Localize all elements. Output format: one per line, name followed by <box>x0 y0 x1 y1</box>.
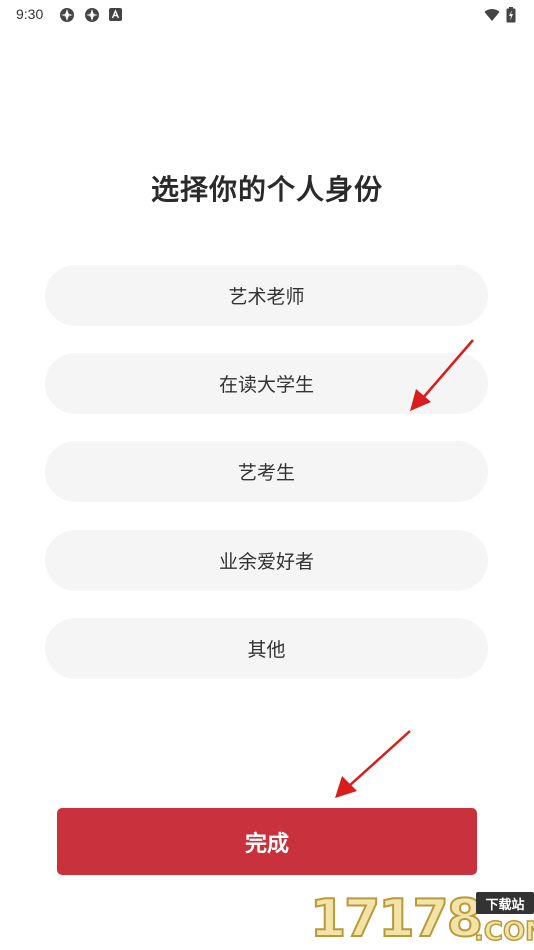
a-notification-icon <box>109 8 122 21</box>
battery-charging-icon <box>506 7 516 23</box>
option-other[interactable]: 其他 <box>45 618 488 679</box>
option-label: 业余爱好者 <box>218 551 314 573</box>
watermark-tag: 下载站 <box>476 892 534 914</box>
status-bar: 9:30 <box>0 0 534 30</box>
option-label: 在读大学生 <box>218 374 314 396</box>
watermark-logo: 17178 下载站 .COM <box>309 888 534 950</box>
watermark-number: 17178 <box>309 888 484 950</box>
option-label: 艺术老师 <box>228 286 305 308</box>
option-label: 其他 <box>247 639 286 661</box>
arrow-icon <box>335 730 411 798</box>
status-time: 9:30 <box>16 6 44 22</box>
wifi-icon <box>484 9 500 21</box>
option-art-teacher[interactable]: 艺术老师 <box>45 265 488 326</box>
watermark-suffix: .COM <box>473 916 534 948</box>
option-hobbyist[interactable]: 业余爱好者 <box>45 530 488 591</box>
option-college-student[interactable]: 在读大学生 <box>45 353 488 414</box>
option-label: 艺考生 <box>237 462 295 484</box>
done-button[interactable]: 完成 <box>57 808 477 875</box>
app-notification-icon <box>60 8 74 22</box>
page-title: 选择你的个人身份 <box>150 173 383 206</box>
option-art-exam-student[interactable]: 艺考生 <box>45 441 488 502</box>
app-notification-icon <box>85 8 99 22</box>
done-button-label: 完成 <box>244 831 289 857</box>
